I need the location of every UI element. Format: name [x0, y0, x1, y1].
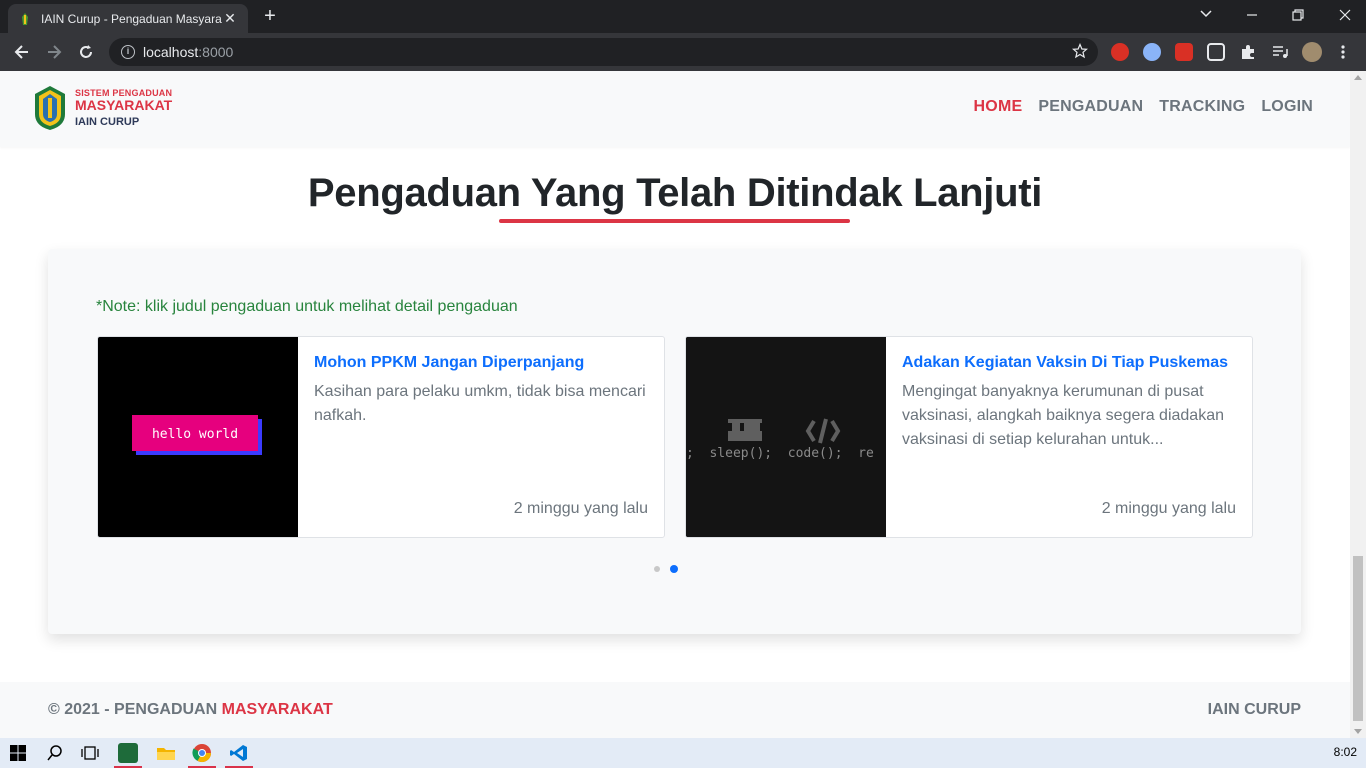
browser-toolbar: i localhost:8000: [0, 33, 1366, 71]
complaint-time: 2 minggu yang lalu: [513, 500, 648, 517]
nav-home[interactable]: HOME: [974, 98, 1023, 116]
page-viewport: SISTEM PENGADUAN MASYARAKAT IAIN CURUP H…: [0, 71, 1350, 738]
title-underline: [499, 219, 850, 223]
browser-tab[interactable]: IAIN Curup - Pengaduan Masyarakat ✕: [8, 4, 248, 33]
file-explorer-icon[interactable]: [156, 743, 176, 763]
taskbar-clock[interactable]: 8:02: [1334, 745, 1357, 759]
extension-window-icon[interactable]: [1207, 43, 1225, 61]
minimize-icon[interactable]: [1242, 13, 1262, 17]
address-bar[interactable]: i localhost:8000: [109, 38, 1098, 66]
carousel-dots: [654, 565, 678, 573]
main-menu: HOME PENGADUAN TRACKING LOGIN: [974, 98, 1313, 116]
complaint-image[interactable]: hello world: [98, 337, 298, 537]
extension-red-icon[interactable]: [1175, 43, 1193, 61]
tab-title: IAIN Curup - Pengaduan Masyarakat: [41, 11, 222, 26]
complaints-carousel: *Note: klik judul pengaduan untuk meliha…: [48, 249, 1301, 634]
tab-close-icon[interactable]: ✕: [222, 10, 238, 27]
logo-line-2: MASYARAKAT: [75, 97, 173, 113]
extension-adblock-icon[interactable]: [1111, 43, 1129, 61]
nav-pengaduan[interactable]: PENGADUAN: [1038, 98, 1143, 116]
forward-icon[interactable]: [44, 42, 64, 62]
nav-login[interactable]: LOGIN: [1261, 98, 1313, 116]
nav-tracking[interactable]: TRACKING: [1159, 98, 1245, 116]
site-footer: © 2021 - PENGADUAN MASYARAKAT IAIN CURUP: [0, 682, 1350, 738]
scroll-down-icon[interactable]: [1354, 729, 1362, 734]
iain-emblem-icon: [35, 86, 65, 130]
page-scrollbar[interactable]: [1350, 71, 1366, 738]
bookmark-star-icon[interactable]: [1072, 43, 1088, 59]
site-navbar: SISTEM PENGADUAN MASYARAKAT IAIN CURUP H…: [0, 71, 1350, 147]
complaint-title-link[interactable]: Mohon PPKM Jangan Diperpanjang: [314, 354, 648, 372]
extensions-puzzle-icon[interactable]: [1239, 43, 1257, 61]
media-queue-icon[interactable]: [1271, 43, 1289, 61]
close-window-icon[interactable]: [1335, 8, 1355, 22]
scrollbar-thumb[interactable]: [1353, 556, 1363, 721]
footer-copyright-prefix: © 2021 - PENGADUAN: [48, 701, 222, 718]
tab-search-icon[interactable]: [1196, 9, 1216, 19]
restore-icon[interactable]: [1288, 8, 1308, 22]
complaint-excerpt: Kasihan para pelaku umkm, tidak bisa men…: [314, 383, 646, 424]
vscode-icon[interactable]: [229, 743, 249, 763]
app-terminal-icon[interactable]: [118, 743, 138, 763]
complaint-card: hello world Mohon PPKM Jangan Diperpanja…: [97, 336, 665, 538]
windows-start-icon[interactable]: [8, 743, 28, 763]
profile-avatar[interactable]: [1302, 42, 1322, 62]
carousel-note: *Note: klik judul pengaduan untuk meliha…: [96, 298, 518, 315]
complaint-card: ; sleep(); code(); re Adakan Kegiatan Va…: [685, 336, 1253, 538]
site-logo[interactable]: SISTEM PENGADUAN MASYARAKAT IAIN CURUP: [31, 84, 172, 132]
footer-institution: IAIN CURUP: [1207, 701, 1301, 718]
footer-brand: MASYARAKAT: [221, 701, 333, 718]
new-tab-button[interactable]: +: [260, 6, 280, 26]
carousel-dot[interactable]: [654, 566, 660, 572]
section-title: Pengaduan Yang Telah Ditindak Lanjuti: [307, 171, 1043, 215]
scroll-up-icon[interactable]: [1354, 75, 1362, 80]
more-menu-icon[interactable]: [1334, 43, 1352, 61]
complaint-image[interactable]: ; sleep(); code(); re: [686, 337, 886, 537]
site-favicon-icon: [22, 12, 28, 25]
task-view-icon[interactable]: [80, 743, 100, 763]
complaint-excerpt: Mengingat banyaknya kerumunan di pusat v…: [902, 383, 1224, 448]
footer-copyright: © 2021 - PENGADUAN MASYARAKAT: [48, 701, 333, 719]
chrome-icon[interactable]: [192, 743, 212, 763]
extension-blue-icon[interactable]: [1143, 43, 1161, 61]
back-icon[interactable]: [12, 42, 32, 62]
url-host: localhost: [143, 44, 199, 60]
windows-taskbar: 8:02: [0, 738, 1366, 768]
browser-tab-bar: IAIN Curup - Pengaduan Masyarakat ✕ +: [0, 0, 1366, 33]
image-caption: hello world: [152, 427, 238, 442]
url-port: :8000: [198, 44, 234, 60]
image-caption: ; sleep(); code(); re: [686, 446, 874, 461]
carousel-dot-active[interactable]: [670, 565, 678, 573]
complaint-time: 2 minggu yang lalu: [1101, 500, 1236, 517]
search-icon[interactable]: [45, 743, 65, 763]
reload-icon[interactable]: [76, 42, 96, 62]
site-info-icon[interactable]: i: [121, 45, 135, 59]
logo-line-3: IAIN CURUP: [75, 116, 140, 128]
complaint-title-link[interactable]: Adakan Kegiatan Vaksin Di Tiap Puskemas: [902, 354, 1236, 372]
